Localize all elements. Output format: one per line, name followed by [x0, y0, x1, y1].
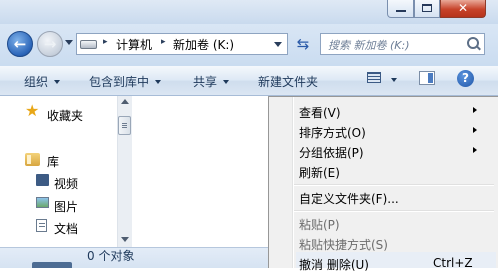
refresh-icon: ⇆: [296, 35, 310, 53]
share-label: 共享: [193, 75, 218, 89]
scrollbar-thumb[interactable]: [118, 116, 131, 135]
chevron-down-icon: [54, 80, 61, 84]
preview-pane-fill: [428, 73, 433, 83]
breadcrumb-separator-icon[interactable]: ▸: [161, 37, 166, 47]
help-glyph: ?: [462, 71, 469, 85]
menu-separator: [294, 210, 494, 212]
close-button[interactable]: ✕: [440, 0, 486, 18]
close-icon: ✕: [457, 1, 469, 15]
doc-line: [39, 223, 45, 224]
submenu-arrow-icon: [473, 147, 477, 153]
minimize-icon: [396, 10, 406, 12]
context-menu-gutter: [292, 97, 294, 268]
recent-pages-dropdown-icon[interactable]: [65, 40, 73, 45]
grip-line: [122, 125, 127, 126]
address-history-dropdown-icon[interactable]: [274, 42, 282, 47]
menu-item-label: 撤消 删除(U): [299, 258, 369, 272]
menu-item-undo-delete[interactable]: 撤消 删除(U): [299, 256, 369, 273]
breadcrumb-separator-icon[interactable]: ▸: [103, 37, 108, 47]
share-button[interactable]: 共享: [193, 73, 230, 90]
drive-details-icon: [32, 262, 72, 268]
maximize-button[interactable]: [414, 0, 440, 18]
forward-button[interactable]: →: [37, 31, 63, 57]
view-options-chevron-icon[interactable]: [391, 78, 397, 82]
documents-library-icon: [36, 219, 47, 232]
menu-item-sort-by[interactable]: 排序方式(O): [299, 124, 366, 141]
menu-item-refresh[interactable]: 刷新(E): [299, 164, 340, 181]
forward-arrow-icon: →: [43, 35, 57, 53]
menu-item-label: 粘贴快捷方式(S): [299, 238, 388, 252]
menu-item-label: 自定义文件夹(F)...: [299, 192, 399, 206]
menu-item-group-by[interactable]: 分组依据(P): [299, 144, 364, 161]
doc-line: [39, 226, 45, 227]
preview-pane-icon[interactable]: [419, 71, 435, 85]
menu-separator: [294, 184, 494, 186]
sidebar-item-libraries[interactable]: 库: [47, 153, 59, 170]
breadcrumb-computer[interactable]: 计算机: [116, 36, 152, 53]
scroll-down-arrow-icon[interactable]: [121, 237, 129, 242]
sidebar-item-favorites[interactable]: 收藏夹: [47, 107, 83, 124]
menu-item-paste: 粘贴(P): [299, 216, 340, 233]
submenu-arrow-icon: [473, 127, 477, 133]
menu-item-label: 分组依据(P): [299, 146, 364, 160]
menu-item-label: 查看(V): [299, 106, 341, 120]
submenu-arrow-icon: [473, 107, 477, 113]
back-button[interactable]: ←: [7, 31, 33, 57]
sidebar-item-documents[interactable]: 文档: [54, 220, 78, 237]
back-arrow-icon: ←: [13, 35, 27, 53]
scroll-up-arrow-icon[interactable]: [121, 99, 129, 104]
video-library-icon: [36, 174, 49, 186]
minimize-button[interactable]: [387, 0, 414, 18]
menu-item-label: 粘贴(P): [299, 218, 340, 232]
grip-line: [122, 127, 127, 128]
menu-item-view[interactable]: 查看(V): [299, 104, 341, 121]
new-folder-button[interactable]: 新建文件夹: [258, 73, 318, 90]
item-count-text: 0 个对象: [87, 249, 135, 263]
organize-label: 组织: [24, 75, 49, 89]
change-view-icon[interactable]: [367, 72, 381, 83]
libraries-icon-detail: [27, 155, 31, 164]
organize-menu-button[interactable]: 组织: [24, 73, 61, 90]
chevron-down-icon: [155, 80, 162, 84]
include-in-library-label: 包含到库中: [89, 75, 150, 89]
maximize-icon: [422, 4, 432, 12]
menu-item-paste-shortcut: 粘贴快捷方式(S): [299, 236, 388, 253]
refresh-button[interactable]: ⇆: [291, 33, 315, 55]
drive-icon: [80, 40, 97, 49]
sidebar-item-videos[interactable]: 视频: [54, 175, 78, 192]
favorites-star-icon: ★: [25, 101, 40, 120]
menu-item-label: 排序方式(O): [299, 126, 366, 140]
menu-item-label: 刷新(E): [299, 166, 340, 180]
sidebar-item-pictures[interactable]: 图片: [54, 198, 78, 215]
help-icon[interactable]: ?: [457, 70, 474, 87]
include-in-library-button[interactable]: 包含到库中: [89, 73, 162, 90]
breadcrumb-drive[interactable]: 新加卷 (K:): [173, 36, 234, 53]
menu-item-customize-folder[interactable]: 自定义文件夹(F)...: [299, 190, 399, 207]
pictures-library-icon: [36, 197, 49, 208]
search-placeholder: 搜索 新加卷 (K:): [328, 39, 410, 52]
chevron-down-icon: [223, 80, 230, 84]
libraries-icon: [25, 153, 40, 166]
grip-line: [122, 123, 127, 124]
new-folder-label: 新建文件夹: [258, 75, 319, 89]
